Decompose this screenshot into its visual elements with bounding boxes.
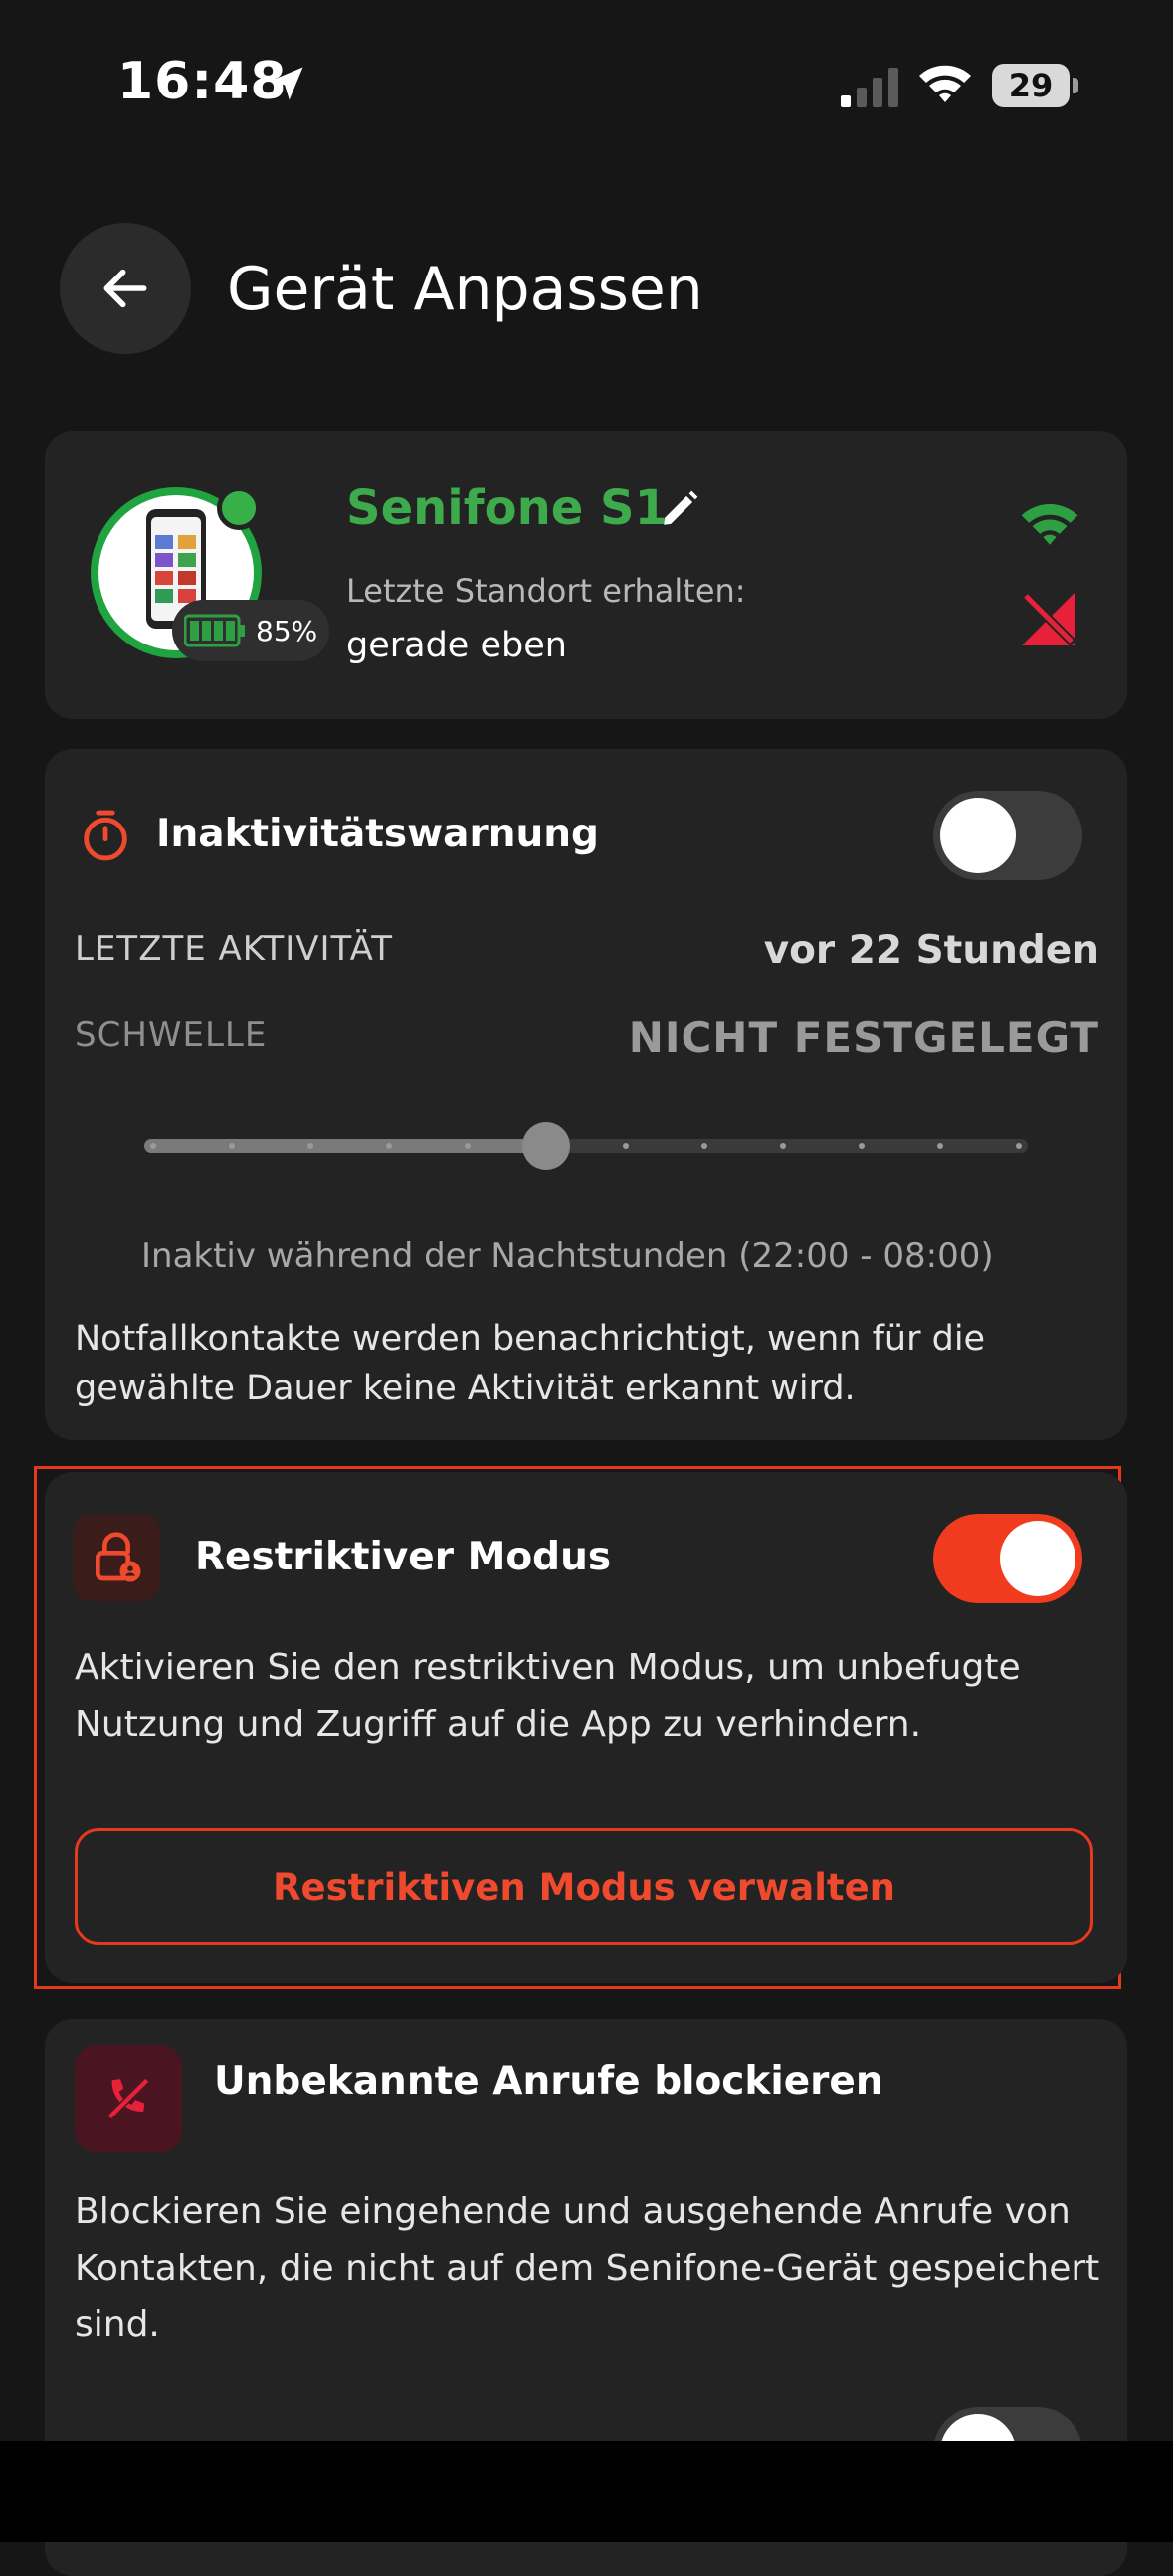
pencil-icon[interactable]: [659, 488, 700, 534]
arrow-left-icon: [103, 269, 147, 308]
cellular-signal-icon: [841, 68, 900, 111]
slider-step-dot: [858, 1143, 865, 1149]
slider-step-dot: [1016, 1143, 1022, 1149]
restrictive-mode-toggle[interactable]: [933, 1514, 1082, 1603]
device-battery-percent: 85%: [256, 614, 318, 647]
toggle-knob: [1000, 1521, 1075, 1596]
threshold-slider[interactable]: [144, 1122, 1028, 1170]
restrictive-mode-card: Restriktiver Modus Aktivieren Sie den re…: [45, 1472, 1127, 1983]
threshold-label: SCHWELLE: [75, 1015, 268, 1055]
unknown-calls-description: Blockieren Sie eingehende und ausgehende…: [75, 2191, 1100, 2345]
phone-blocked-icon: [75, 2045, 182, 2152]
slider-step-dot: [779, 1143, 786, 1149]
location-label: Letzte Standort erhalten:: [346, 572, 746, 610]
device-name: Senifone S1: [346, 480, 669, 536]
battery-full-icon: [184, 614, 245, 647]
battery-indicator: 29: [992, 64, 1070, 107]
toggle-knob: [940, 798, 1016, 873]
wifi-connected-icon: [1018, 500, 1081, 552]
back-button[interactable]: [60, 223, 191, 354]
location-arrow-icon: [265, 62, 308, 109]
stopwatch-icon: [77, 807, 134, 868]
inactivity-toggle[interactable]: [933, 791, 1082, 880]
device-battery-badge: 85%: [172, 600, 329, 661]
slider-step-dot: [150, 1143, 156, 1149]
no-signal-icon: [1020, 590, 1077, 651]
inactivity-description: Notfallkontakte werden benachrichtigt, w…: [75, 1319, 986, 1408]
location-value: gerade eben: [346, 626, 567, 665]
night-hours-text: Inaktiv während der Nachtstunden (22:00 …: [141, 1236, 994, 1276]
restrictive-mode-title: Restriktiver Modus: [195, 1535, 612, 1579]
bottom-black-bar: [0, 2441, 1173, 2542]
inactivity-title: Inaktivitätswarnung: [156, 812, 599, 856]
device-card[interactable]: 85% Senifone S1 Letzte Standort erhalten…: [45, 431, 1127, 719]
wifi-icon: [917, 62, 973, 109]
status-time: 16:48: [117, 52, 288, 111]
threshold-value: NICHT FESTGELEGT: [628, 1013, 1099, 1062]
manage-restrictive-mode-button[interactable]: Restriktiven Modus verwalten: [75, 1828, 1093, 1945]
restrictive-mode-description: Aktivieren Sie den restriktiven Modus, u…: [75, 1647, 1021, 1745]
lock-user-icon: [73, 1514, 160, 1601]
moon-icon: [83, 1239, 120, 1283]
last-activity-value: vor 22 Stunden: [763, 928, 1099, 973]
battery-nub: [1073, 78, 1078, 93]
slider-thumb[interactable]: [522, 1122, 571, 1170]
slider-step-dot: [700, 1143, 707, 1149]
online-status-dot: [217, 486, 261, 530]
unknown-calls-title: Unbekannte Anrufe blockieren: [214, 2059, 883, 2104]
inactivity-card: Inaktivitätswarnung LETZTE AKTIVITÄT vor…: [45, 749, 1127, 1440]
last-activity-label: LETZTE AKTIVITÄT: [75, 929, 394, 969]
slider-step-dot: [936, 1143, 943, 1149]
slider-fill: [144, 1139, 547, 1153]
page-title: Gerät Anpassen: [227, 255, 703, 324]
slider-step-dot: [622, 1143, 629, 1149]
